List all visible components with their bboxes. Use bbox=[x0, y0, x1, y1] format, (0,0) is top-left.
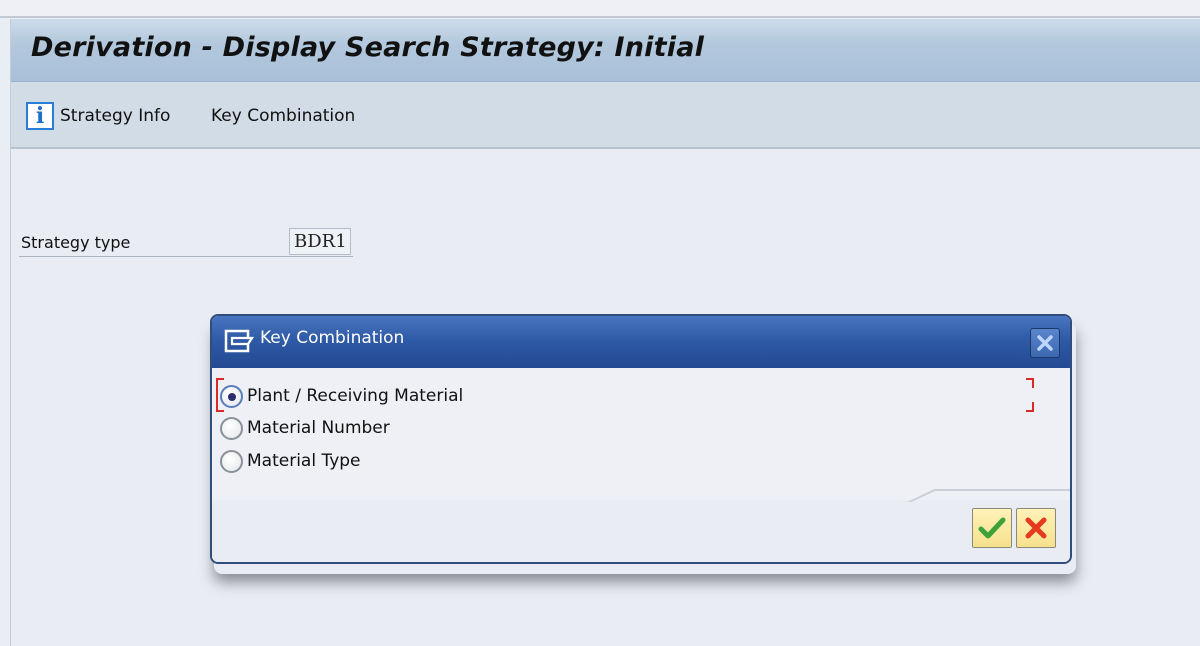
option-label: Plant / Receiving Material bbox=[247, 386, 464, 406]
window-icon bbox=[224, 329, 254, 353]
strategy-type-row: Strategy type BDR1 bbox=[19, 228, 353, 257]
option-material-type[interactable]: Material Type bbox=[220, 447, 361, 475]
top-strip bbox=[0, 0, 1200, 18]
option-plant-receiving-material[interactable]: Plant / Receiving Material bbox=[220, 382, 463, 410]
radio-unselected[interactable] bbox=[220, 449, 243, 473]
focus-bracket-right-bottom bbox=[1026, 402, 1034, 412]
option-material-number[interactable]: Material Number bbox=[220, 414, 390, 442]
focus-bracket-right-top bbox=[1026, 378, 1034, 388]
dialog-title: Key Combination bbox=[260, 328, 405, 348]
cancel-button[interactable] bbox=[1016, 508, 1056, 548]
key-combination-dialog: Key Combination Plant / Receiving Materi… bbox=[210, 314, 1072, 564]
key-combination-label: Key Combination bbox=[211, 106, 356, 126]
dialog-header: Key Combination bbox=[212, 316, 1070, 368]
strategy-type-label: Strategy type bbox=[21, 233, 131, 252]
strategy-info-label: Strategy Info bbox=[60, 106, 171, 126]
strategy-info-button[interactable]: i Strategy Info bbox=[26, 102, 170, 130]
confirm-button[interactable] bbox=[972, 508, 1012, 548]
dialog-close-button[interactable] bbox=[1030, 328, 1060, 358]
option-label: Material Number bbox=[247, 418, 390, 438]
radio-unselected[interactable] bbox=[220, 416, 243, 440]
footer-divider bbox=[907, 489, 1070, 502]
title-bar: Derivation - Display Search Strategy: In… bbox=[11, 19, 1200, 82]
radio-selected[interactable] bbox=[220, 384, 243, 408]
dialog-footer bbox=[212, 500, 1070, 562]
option-label: Material Type bbox=[247, 451, 361, 471]
page-title: Derivation - Display Search Strategy: In… bbox=[31, 32, 705, 63]
close-icon bbox=[1037, 335, 1053, 351]
application-toolbar: i Strategy Info Key Combination bbox=[11, 82, 1200, 149]
cancel-x-icon bbox=[1025, 517, 1047, 539]
info-icon: i bbox=[26, 102, 54, 130]
checkmark-icon bbox=[978, 517, 1006, 539]
key-combination-button[interactable]: Key Combination bbox=[211, 102, 355, 130]
strategy-type-field[interactable]: BDR1 bbox=[289, 228, 351, 255]
